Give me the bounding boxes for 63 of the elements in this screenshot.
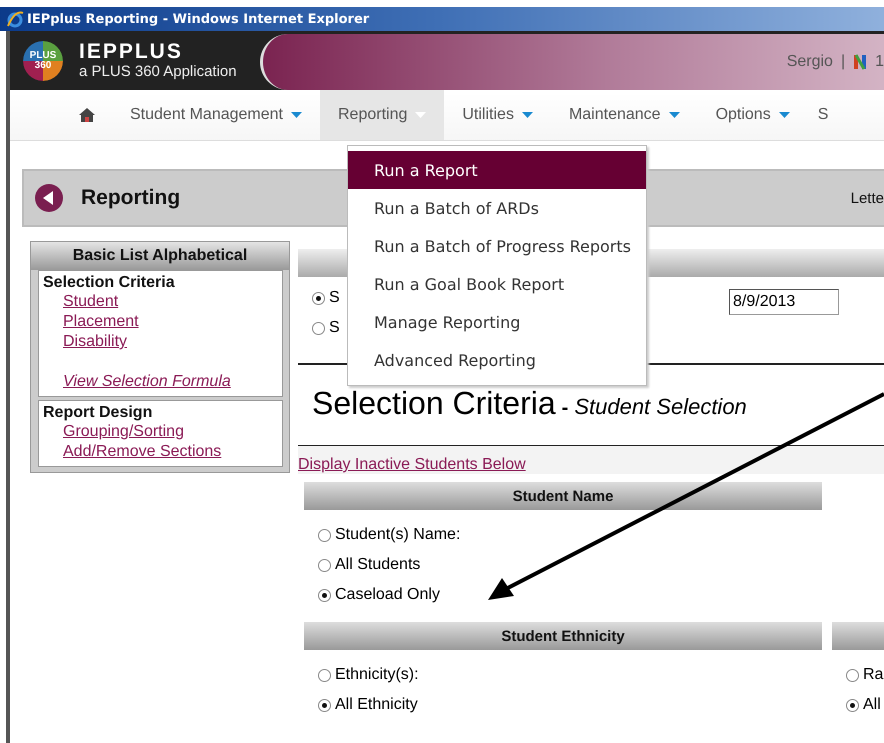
product-name: IEPPLUS bbox=[79, 40, 184, 62]
menu-item[interactable]: Run a Goal Book Report bbox=[348, 265, 646, 303]
section-heading: Report Design bbox=[43, 404, 154, 422]
caret-icon bbox=[668, 112, 680, 118]
radio-button[interactable] bbox=[318, 558, 331, 572]
radio-button[interactable] bbox=[846, 668, 859, 682]
caret-icon bbox=[778, 112, 790, 118]
nav-tab[interactable]: Reporting bbox=[320, 90, 444, 140]
radio-button[interactable] bbox=[312, 292, 325, 304]
option-label: All bbox=[863, 696, 881, 714]
nav-tab[interactable]: S bbox=[808, 106, 828, 124]
browser-icon bbox=[6, 10, 24, 28]
caret-icon bbox=[522, 112, 533, 118]
radio-button[interactable] bbox=[312, 322, 325, 334]
option-label: All Students bbox=[335, 556, 420, 574]
radio-button[interactable] bbox=[846, 698, 859, 712]
sidebar-link[interactable]: Placement bbox=[63, 312, 279, 332]
nav-tab[interactable]: Student Management bbox=[112, 90, 320, 140]
option-label: Ra bbox=[863, 666, 884, 684]
nav-tab[interactable]: Options bbox=[698, 90, 808, 140]
section-heading: Selection Criteria bbox=[43, 274, 176, 292]
criteria-subtitle: Student Selection bbox=[574, 394, 747, 420]
tagline: a PLUS 360 Application bbox=[79, 62, 237, 80]
sidebar-link[interactable]: Disability bbox=[63, 332, 279, 352]
option-label: S bbox=[329, 289, 340, 307]
option-label: S bbox=[329, 319, 340, 337]
menu-item[interactable]: Run a Batch of ARDs bbox=[348, 189, 646, 227]
group-header: Student Ethnicity bbox=[304, 622, 822, 650]
group-header bbox=[832, 622, 884, 650]
menu-item[interactable]: Manage Reporting bbox=[348, 303, 646, 341]
header-label: Lette bbox=[850, 190, 884, 206]
option-label: Student(s) Name: bbox=[335, 526, 460, 544]
menu-item[interactable]: Run a Report bbox=[348, 151, 646, 189]
nav-tab[interactable]: Utilities bbox=[444, 90, 551, 140]
home-icon[interactable] bbox=[78, 107, 96, 123]
logo: PLUS 360 bbox=[23, 40, 63, 80]
nav-tab[interactable]: Maintenance bbox=[550, 90, 698, 140]
sidebar-link[interactable]: Add/Remove Sections bbox=[63, 442, 279, 462]
window-title: IEPplus Reporting - Windows Internet Explorer bbox=[27, 12, 370, 26]
caret-icon bbox=[291, 112, 302, 118]
radio-button[interactable] bbox=[318, 698, 331, 712]
separator: | bbox=[840, 53, 846, 71]
date-field[interactable]: 8/9/2013 bbox=[729, 289, 839, 315]
option-label: All Ethnicity bbox=[335, 696, 418, 714]
account-number: 1 bbox=[875, 53, 884, 71]
group-header: Student Name bbox=[304, 482, 822, 510]
menu-item[interactable]: Advanced Reporting bbox=[348, 341, 646, 379]
radio-button[interactable] bbox=[318, 528, 331, 542]
sidebar-link[interactable]: Grouping/Sorting bbox=[63, 422, 279, 442]
menu-item[interactable]: Run a Batch of Progress Reports bbox=[348, 227, 646, 265]
option-label: Ethnicity(s): bbox=[335, 666, 419, 684]
sidebar-title: Basic List Alphabetical bbox=[31, 242, 289, 270]
colorful-n-icon[interactable] bbox=[853, 53, 868, 71]
criteria-title: Selection Criteria bbox=[312, 385, 556, 422]
page-title: Reporting bbox=[81, 186, 180, 210]
separator: - bbox=[562, 397, 568, 420]
sidebar-link[interactable]: View Selection Formula bbox=[63, 372, 279, 392]
radio-button[interactable] bbox=[318, 588, 331, 602]
radio-button[interactable] bbox=[318, 668, 331, 682]
caret-icon bbox=[415, 112, 426, 118]
sidebar-link[interactable]: Student bbox=[63, 292, 279, 312]
option-label: Caseload Only bbox=[335, 586, 440, 604]
back-icon[interactable] bbox=[34, 183, 64, 213]
